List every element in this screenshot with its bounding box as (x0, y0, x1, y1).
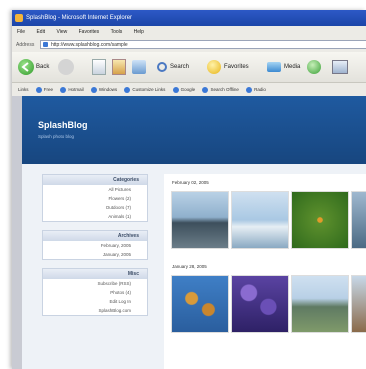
back-arrow-icon (18, 59, 34, 75)
link-icon (202, 86, 209, 93)
link-search-offline[interactable]: Search Offline (202, 83, 239, 96)
media-button[interactable]: Media (267, 58, 300, 76)
menu-view[interactable]: View (51, 26, 72, 38)
categories-panel: Categories All Pictures Flowers (2) Outd… (42, 174, 148, 222)
refresh-button[interactable] (112, 58, 126, 76)
search-button[interactable]: Search (157, 58, 189, 76)
window-title: SplashBlog - Microsoft Internet Explorer (26, 15, 133, 21)
media-icon (267, 62, 281, 72)
photo-thumbnail-flower[interactable] (292, 192, 348, 248)
date-heading: February 02, 2005 (172, 180, 209, 185)
search-icon (157, 62, 167, 72)
menu-favorites[interactable]: Favorites (74, 26, 105, 38)
blog-title[interactable]: SplashBlog (38, 120, 88, 130)
photo-thumbnail-partial[interactable] (352, 276, 366, 332)
menu-help[interactable]: Help (129, 26, 149, 38)
categories-header: Categories (43, 175, 147, 185)
link-customize[interactable]: Customize Links (124, 83, 165, 96)
menu-tools[interactable]: Tools (106, 26, 128, 38)
menu-bar: File Edit View Favorites Tools Help (12, 26, 366, 38)
blog-banner: SplashBlog Splash photo blog (22, 96, 366, 164)
favorites-button[interactable]: Favorites (207, 58, 249, 76)
favorites-star-icon (207, 60, 221, 74)
misc-item[interactable]: Subscribe (RSS) (43, 279, 147, 288)
archives-panel: Archives February, 2005 January, 2005 (42, 230, 148, 260)
link-icon (60, 86, 67, 93)
misc-header: Misc (43, 269, 147, 279)
photo-thumbnail-partial[interactable] (352, 192, 366, 248)
link-icon (172, 86, 179, 93)
title-bar: SplashBlog - Microsoft Internet Explorer (12, 10, 366, 26)
category-item[interactable]: Flowers (2) (43, 194, 147, 203)
browser-window: SplashBlog - Microsoft Internet Explorer… (12, 10, 366, 369)
page-left-edge (12, 96, 22, 369)
photo-thumbnail-mountains[interactable] (292, 276, 348, 332)
photo-thumbnail-seal[interactable] (172, 192, 228, 248)
misc-item[interactable]: Edit Log In (43, 297, 147, 306)
link-hotmail[interactable]: Hotmail (60, 83, 84, 96)
photo-thumbnail-yellow-flowers[interactable] (172, 276, 228, 332)
browser-icon (15, 14, 23, 22)
photo-thumbnail-purple-flowers[interactable] (232, 276, 288, 332)
sidebar: Categories All Pictures Flowers (2) Outd… (42, 174, 148, 324)
menu-edit[interactable]: Edit (31, 26, 50, 38)
stop-button[interactable] (92, 58, 106, 76)
links-bar: Links Free Hotmail Windows Customize Lin… (12, 83, 366, 96)
link-windows[interactable]: Windows (90, 83, 117, 96)
blog-tagline: Splash photo blog (38, 134, 75, 139)
category-item[interactable]: All Pictures (43, 185, 147, 194)
forward-button[interactable] (58, 58, 74, 76)
link-icon (90, 86, 97, 93)
links-label: Links (18, 87, 29, 92)
menu-file[interactable]: File (12, 26, 30, 38)
history-button[interactable] (307, 58, 321, 76)
archive-item[interactable]: February, 2005 (43, 241, 147, 250)
misc-panel: Misc Subscribe (RSS) Photos (4) Edit Log… (42, 268, 148, 316)
address-field[interactable]: http://www.splashblog.com/sample (40, 40, 366, 49)
misc-item[interactable]: SplashBlog.com (43, 306, 147, 315)
toolbar: Back Search Favorites Media (12, 52, 366, 83)
address-label: Address (16, 42, 35, 48)
search-label: Search (170, 64, 190, 70)
stop-icon (92, 59, 106, 75)
favorites-label: Favorites (224, 64, 249, 70)
link-icon (246, 86, 253, 93)
page-content: SplashBlog Splash photo blog Categories … (22, 96, 366, 369)
link-icon (35, 86, 42, 93)
mail-icon (332, 60, 348, 74)
category-item[interactable]: Outdoors (7) (43, 203, 147, 212)
link-icon (124, 86, 131, 93)
address-url: http://www.splashblog.com/sample (51, 42, 128, 48)
address-bar: Address http://www.splashblog.com/sample (12, 38, 366, 52)
archive-item[interactable]: January, 2005 (43, 250, 147, 259)
back-button[interactable]: Back (18, 58, 49, 76)
category-item[interactable]: Animals (1) (43, 212, 147, 221)
forward-arrow-icon (58, 59, 74, 75)
history-icon (307, 60, 321, 74)
link-google[interactable]: Google (172, 83, 195, 96)
media-label: Media (284, 64, 301, 70)
photo-thumbnail-snow[interactable] (232, 192, 288, 248)
photo-gallery: February 02, 2005 January 28, 2005 (164, 174, 366, 369)
mail-button[interactable] (332, 58, 348, 76)
link-radio[interactable]: Radio (246, 83, 266, 96)
date-heading: January 28, 2005 (172, 264, 207, 269)
misc-item[interactable]: Photos (4) (43, 288, 147, 297)
link-free[interactable]: Free (35, 83, 53, 96)
archives-header: Archives (43, 231, 147, 241)
refresh-icon (112, 59, 126, 75)
home-button[interactable] (132, 58, 146, 76)
page-icon (43, 42, 48, 47)
home-icon (132, 60, 146, 74)
back-label: Back (36, 64, 50, 70)
